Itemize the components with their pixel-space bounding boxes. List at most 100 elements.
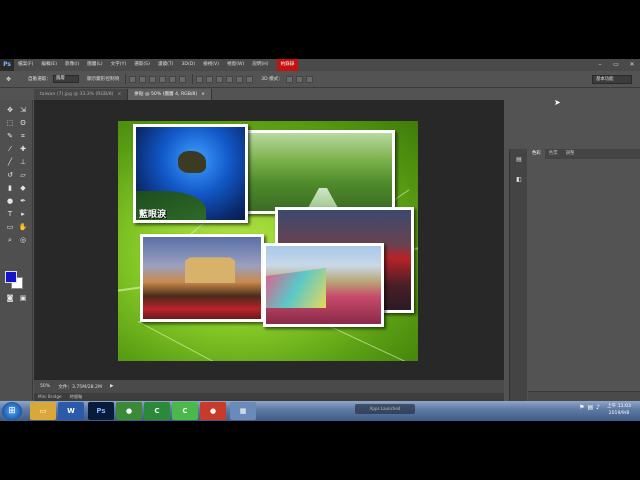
taskbar-camtasia[interactable]: C bbox=[144, 402, 170, 420]
eraser-tool-icon[interactable]: ▱ bbox=[18, 170, 28, 180]
tab-swatches[interactable]: 色票 bbox=[545, 149, 562, 159]
align-bottom-icon[interactable] bbox=[149, 75, 157, 83]
menu-window[interactable]: 視窗(W) bbox=[223, 59, 248, 71]
3d-tool-icon[interactable]: ◎ bbox=[18, 235, 28, 245]
show-transform-checkbox-label[interactable]: 顯示變形控制項 bbox=[87, 76, 119, 82]
properties-panel-icon[interactable]: ◧ bbox=[514, 175, 524, 185]
status-menu-arrow-icon[interactable]: ▶ bbox=[110, 384, 114, 389]
menu-edit[interactable]: 編輯(E) bbox=[37, 59, 61, 71]
path-select-icon[interactable]: ▸ bbox=[18, 209, 28, 219]
photo-blue-tears[interactable]: 藍眼淚 MATSU BLUE TEARS bbox=[133, 124, 248, 223]
windows-taskbar: ⊞ ▭ W Ps ● C C ● ▦ ⚑ ▤ ♪ 上午 11:03 2019/9… bbox=[0, 401, 640, 421]
3d-roll-icon[interactable] bbox=[295, 75, 303, 83]
3d-mode-label: 3D 模式： bbox=[261, 77, 283, 82]
close-button[interactable]: ✕ bbox=[624, 59, 640, 71]
history-panel-icon[interactable]: ▤ bbox=[514, 155, 524, 165]
zoom-tool-icon[interactable]: ⌕ bbox=[5, 235, 15, 245]
pen-tool-icon[interactable]: ✒ bbox=[18, 196, 28, 206]
move-tool-icon[interactable]: ✥ bbox=[6, 76, 20, 83]
taskbar-camtasia-recorder[interactable]: C bbox=[172, 402, 198, 420]
photoshop-logo: Ps bbox=[0, 59, 14, 71]
auto-select-checkbox-label[interactable]: 自動選取： bbox=[28, 76, 51, 82]
tab-timeline[interactable]: 時間軸 bbox=[66, 393, 87, 401]
taskbar-chrome[interactable]: ● bbox=[116, 402, 142, 420]
photo-memorial-gate[interactable] bbox=[140, 234, 264, 322]
brush-tool-icon[interactable]: ╱ bbox=[5, 157, 15, 167]
tab-label: taiwan (7).jpg @ 33.3% (RGB/8) bbox=[40, 92, 114, 97]
start-button[interactable]: ⊞ bbox=[2, 402, 22, 420]
taskbar-explorer[interactable]: ▭ bbox=[30, 402, 56, 420]
minimize-button[interactable]: – bbox=[592, 59, 608, 71]
align-left-icon[interactable] bbox=[159, 75, 167, 83]
zoom-level[interactable]: 50% bbox=[40, 384, 50, 389]
distribute-center-icon[interactable] bbox=[236, 75, 244, 83]
photo-rainbow-village[interactable] bbox=[263, 243, 384, 327]
gate-shape bbox=[185, 257, 235, 283]
bottom-panel-tabs: Mini Bridge 時間軸 bbox=[34, 393, 504, 401]
menu-select[interactable]: 選取(S) bbox=[130, 59, 154, 71]
gradient-tool-icon[interactable]: ▮ bbox=[5, 183, 15, 193]
menu-image[interactable]: 影像(I) bbox=[61, 59, 83, 71]
distribute-top-icon[interactable] bbox=[196, 75, 204, 83]
artboard-icon[interactable]: ⇲ bbox=[18, 105, 28, 115]
blur-tool-icon[interactable]: ◆ bbox=[18, 183, 28, 193]
foreground-color-swatch[interactable] bbox=[5, 271, 17, 283]
3d-rotate-icon[interactable] bbox=[285, 75, 293, 83]
auto-select-dropdown[interactable]: 圖層 bbox=[52, 75, 79, 83]
tab-mini-bridge[interactable]: Mini Bridge bbox=[34, 393, 66, 401]
quick-select-icon[interactable]: ✎ bbox=[5, 131, 15, 141]
rock-shape bbox=[178, 151, 206, 173]
menu-type[interactable]: 文字(Y) bbox=[107, 59, 131, 71]
align-right-icon[interactable] bbox=[179, 75, 187, 83]
type-tool-icon[interactable]: T bbox=[5, 209, 15, 219]
doc-size-info: 文件：3.75M/28.2M bbox=[58, 384, 102, 390]
taskbar-word[interactable]: W bbox=[58, 402, 84, 420]
panel-footer bbox=[528, 391, 640, 401]
tab-close-icon[interactable]: × bbox=[201, 92, 205, 97]
healing-brush-icon[interactable]: ✚ bbox=[18, 144, 28, 154]
distribute-left-icon[interactable] bbox=[226, 75, 234, 83]
menu-view[interactable]: 檢視(V) bbox=[199, 59, 223, 71]
eyedropper-icon[interactable]: ⁄ bbox=[5, 144, 15, 154]
workspace-dropdown[interactable]: 基本功能 bbox=[592, 75, 632, 84]
taskbar-chrome-2[interactable]: ● bbox=[200, 402, 226, 420]
align-middle-icon[interactable] bbox=[139, 75, 147, 83]
clone-stamp-icon[interactable]: ⊥ bbox=[18, 157, 28, 167]
hand-tool-icon[interactable]: ✋ bbox=[18, 222, 28, 232]
tray-network-icon[interactable]: ▤ bbox=[587, 404, 593, 411]
shape-tool-icon[interactable]: ▭ bbox=[5, 222, 15, 232]
menu-3d[interactable]: 3D(D) bbox=[177, 59, 199, 71]
3d-drag-icon[interactable] bbox=[305, 75, 313, 83]
tab-adjustments[interactable]: 調整 bbox=[562, 149, 579, 159]
maximize-button[interactable]: ▭ bbox=[608, 59, 624, 71]
screen-mode-icon[interactable]: ▣ bbox=[18, 293, 28, 303]
marquee-tool-icon[interactable]: ⬚ bbox=[5, 118, 15, 128]
tab-close-icon[interactable]: × bbox=[117, 92, 121, 97]
dodge-tool-icon[interactable]: ● bbox=[5, 196, 15, 206]
tab-collage[interactable]: 拼貼 @ 50% (圖層 4, RGB/8) × bbox=[128, 89, 212, 100]
distribute-middle-icon[interactable] bbox=[206, 75, 214, 83]
lasso-tool-icon[interactable]: ʘ bbox=[18, 118, 28, 128]
menu-layer[interactable]: 圖層(L) bbox=[83, 59, 106, 71]
distribute-right-icon[interactable] bbox=[246, 75, 254, 83]
tray-flag-icon[interactable]: ⚑ bbox=[579, 404, 584, 411]
clock[interactable]: 上午 11:03 2019/9/8 bbox=[602, 403, 636, 417]
menu-bar: Ps 檔案(F) 編輯(E) 影像(I) 圖層(L) 文字(Y) 選取(S) 濾… bbox=[0, 59, 640, 71]
window-controls: – ▭ ✕ bbox=[592, 59, 640, 71]
menu-filter[interactable]: 濾鏡(T) bbox=[154, 59, 178, 71]
menu-help[interactable]: 說明(H) bbox=[248, 59, 272, 71]
menu-file[interactable]: 檔案(F) bbox=[14, 59, 37, 71]
photo-green-tunnel[interactable] bbox=[245, 130, 395, 214]
quick-mask-icon[interactable]: ◙ bbox=[5, 293, 15, 303]
history-brush-icon[interactable]: ↺ bbox=[5, 170, 15, 180]
align-top-icon[interactable] bbox=[129, 75, 137, 83]
tab-taiwan-jpg[interactable]: taiwan (7).jpg @ 33.3% (RGB/8) × bbox=[34, 89, 129, 100]
distribute-bottom-icon[interactable] bbox=[216, 75, 224, 83]
move-tool-icon[interactable]: ✥ bbox=[5, 105, 15, 115]
tray-volume-icon[interactable]: ♪ bbox=[596, 404, 600, 411]
taskbar-photoshop[interactable]: Ps bbox=[88, 402, 114, 420]
tab-color[interactable]: 色彩 bbox=[528, 149, 545, 159]
taskbar-app[interactable]: ▦ bbox=[230, 402, 256, 420]
align-center-icon[interactable] bbox=[169, 75, 177, 83]
crop-tool-icon[interactable]: ⌗ bbox=[18, 131, 28, 141]
